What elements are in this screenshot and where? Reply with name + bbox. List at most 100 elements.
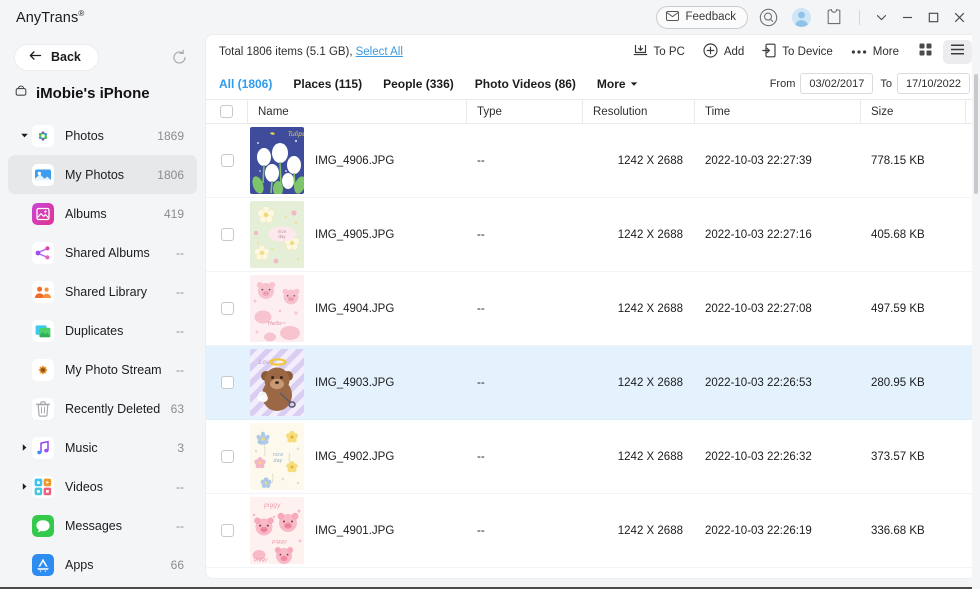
sidebar-item-photos[interactable]: Photos 1869 [8, 116, 197, 155]
row-checkbox[interactable] [220, 376, 234, 389]
back-button[interactable]: Back [14, 43, 99, 71]
titlebar-divider [859, 9, 860, 25]
close-icon[interactable] [946, 4, 972, 30]
column-header-type[interactable]: Type [467, 100, 583, 123]
row-checkbox[interactable] [220, 302, 234, 315]
add-label: Add [723, 45, 745, 58]
cell-size: 405.68 KB [871, 228, 925, 241]
row-checkbox-cell[interactable] [206, 524, 248, 537]
apps-icon [32, 553, 54, 576]
row-checkbox[interactable] [220, 154, 234, 167]
sidebar-item-messages[interactable]: Messages -- [8, 506, 197, 545]
chevron-down-icon[interactable] [16, 131, 32, 140]
to-date-input[interactable] [897, 73, 970, 94]
photo-thumbnail[interactable]: Tulips [250, 127, 304, 194]
arrow-left-icon [29, 50, 42, 64]
cell-type: -- [477, 228, 485, 241]
sidebar-item-count: 1806 [157, 167, 184, 182]
to-pc-button[interactable]: To PC [624, 39, 694, 65]
row-checkbox-cell[interactable] [206, 450, 248, 463]
sidebar-item-count: -- [176, 245, 184, 260]
sidebar-item-count: 1869 [157, 128, 184, 143]
row-checkbox-cell[interactable] [206, 376, 248, 389]
column-header-resolution[interactable]: Resolution [583, 100, 695, 123]
row-checkbox-cell[interactable] [206, 302, 248, 315]
to-label: To [880, 77, 892, 90]
content-panel: Total 1806 items (5.1 GB), Select All To… [205, 34, 980, 579]
sidebar-item-recently-deleted[interactable]: Recently Deleted 63 [8, 389, 197, 428]
svg-text:piggy: piggy [263, 502, 281, 509]
row-checkbox[interactable] [220, 524, 234, 537]
file-name: IMG_4903.JPG [315, 376, 395, 389]
to-device-label: To Device [782, 45, 833, 58]
feedback-button[interactable]: Feedback [656, 5, 748, 29]
iphone-icon [14, 84, 28, 103]
sidebar-item-my-photo-stream[interactable]: My Photo Stream -- [8, 350, 197, 389]
photo-thumbnail[interactable]: Love [250, 349, 304, 416]
sidebar-top: Back [0, 38, 205, 76]
file-name: IMG_4905.JPG [315, 228, 395, 241]
table-row[interactable]: Tulips IMG_4906.JPG -- 1242 X 2688 2022-10-0… [206, 124, 980, 198]
search-icon[interactable] [755, 4, 781, 30]
sidebar-item-shared-library[interactable]: Shared Library -- [8, 272, 197, 311]
scrollbar-thumb[interactable] [974, 74, 978, 194]
column-header-time[interactable]: Time [695, 100, 861, 123]
avatar-circle [791, 7, 811, 27]
sidebar-item-videos[interactable]: Videos -- [8, 467, 197, 506]
shared-library-icon [32, 280, 54, 303]
column-header-name[interactable]: Name [248, 100, 467, 123]
maximize-icon[interactable] [920, 4, 946, 30]
sidebar-item-my-photos[interactable]: My Photos 1806 [8, 155, 197, 194]
tab-photo-videos-86[interactable]: Photo Videos (86) [475, 77, 576, 91]
column-header-size[interactable]: Size [861, 100, 966, 123]
more-button[interactable]: More [842, 39, 908, 65]
refresh-icon[interactable] [167, 45, 191, 69]
cell-name: nice day IMG_4905.JPG [248, 201, 467, 268]
row-checkbox-cell[interactable] [206, 228, 248, 241]
select-all-checkbox[interactable] [220, 105, 233, 118]
chevron-right-icon[interactable] [16, 443, 32, 452]
photo-thumbnail[interactable]: nice day [250, 423, 304, 490]
chevron-down-icon[interactable] [868, 4, 894, 30]
row-checkbox[interactable] [220, 450, 234, 463]
table-row[interactable]: Love IMG_4903.JPG -- 1242 X 2688 2022-10-03 … [206, 346, 980, 420]
photo-thumbnail[interactable]: piggy piggy piggy [250, 497, 304, 564]
add-button[interactable]: Add [694, 39, 753, 65]
table-row[interactable]: Hello~ IMG_4904.JPG -- 1242 X 2688 2022-10-0… [206, 272, 980, 346]
sidebar-item-apps[interactable]: Apps 66 [8, 545, 197, 584]
list-view-button[interactable] [943, 39, 972, 64]
minimize-icon[interactable] [894, 4, 920, 30]
tab-label: People (336) [383, 76, 454, 91]
device-row[interactable]: iMobie's iPhone [0, 76, 205, 110]
row-checkbox[interactable] [220, 228, 234, 241]
table-row[interactable]: nice day IMG_4905.JPG -- 1242 X 2688 2022-10-… [206, 198, 980, 272]
avatar[interactable] [788, 4, 814, 30]
sidebar-item-shared-albums[interactable]: Shared Albums -- [8, 233, 197, 272]
table-row[interactable]: nice day IMG_4902.JPG -- 1242 X 2688 2022-10-… [206, 420, 980, 494]
sidebar-item-music[interactable]: Music 3 [8, 428, 197, 467]
select-all-checkbox-cell[interactable] [206, 100, 248, 123]
from-date-input[interactable] [800, 73, 874, 94]
cell-type: -- [477, 524, 485, 537]
table-row[interactable]: piggy piggy piggy IMG_4901.JPG -- 1242 X 2688… [206, 494, 980, 568]
shirt-icon[interactable] [821, 4, 847, 30]
sidebar-item-albums[interactable]: Albums 419 [8, 194, 197, 233]
photo-thumbnail[interactable]: Hello~ [250, 275, 304, 342]
sidebar-item-duplicates[interactable]: Duplicates -- [8, 311, 197, 350]
to-device-button[interactable]: To Device [753, 39, 842, 65]
cell-name: Tulips IMG_4906.JPG [248, 127, 467, 194]
svg-text:Hello~: Hello~ [268, 321, 287, 327]
chevron-right-icon[interactable] [16, 482, 32, 491]
row-checkbox-cell[interactable] [206, 154, 248, 167]
photo-thumbnail[interactable]: nice day [250, 201, 304, 268]
vertical-scrollbar[interactable] [972, 34, 980, 589]
select-all-link[interactable]: Select All [356, 46, 403, 58]
grid-view-button[interactable] [911, 40, 940, 64]
tab-more[interactable]: More [597, 77, 638, 91]
cell-type: -- [477, 154, 485, 167]
duplicates-icon [32, 319, 54, 342]
tab-places-115[interactable]: Places (115) [293, 77, 362, 91]
cell-name: piggy piggy piggy IMG_4901.JPG [248, 497, 467, 564]
tab-all-1806[interactable]: All (1806) [219, 77, 272, 91]
tab-people-336[interactable]: People (336) [383, 77, 454, 91]
